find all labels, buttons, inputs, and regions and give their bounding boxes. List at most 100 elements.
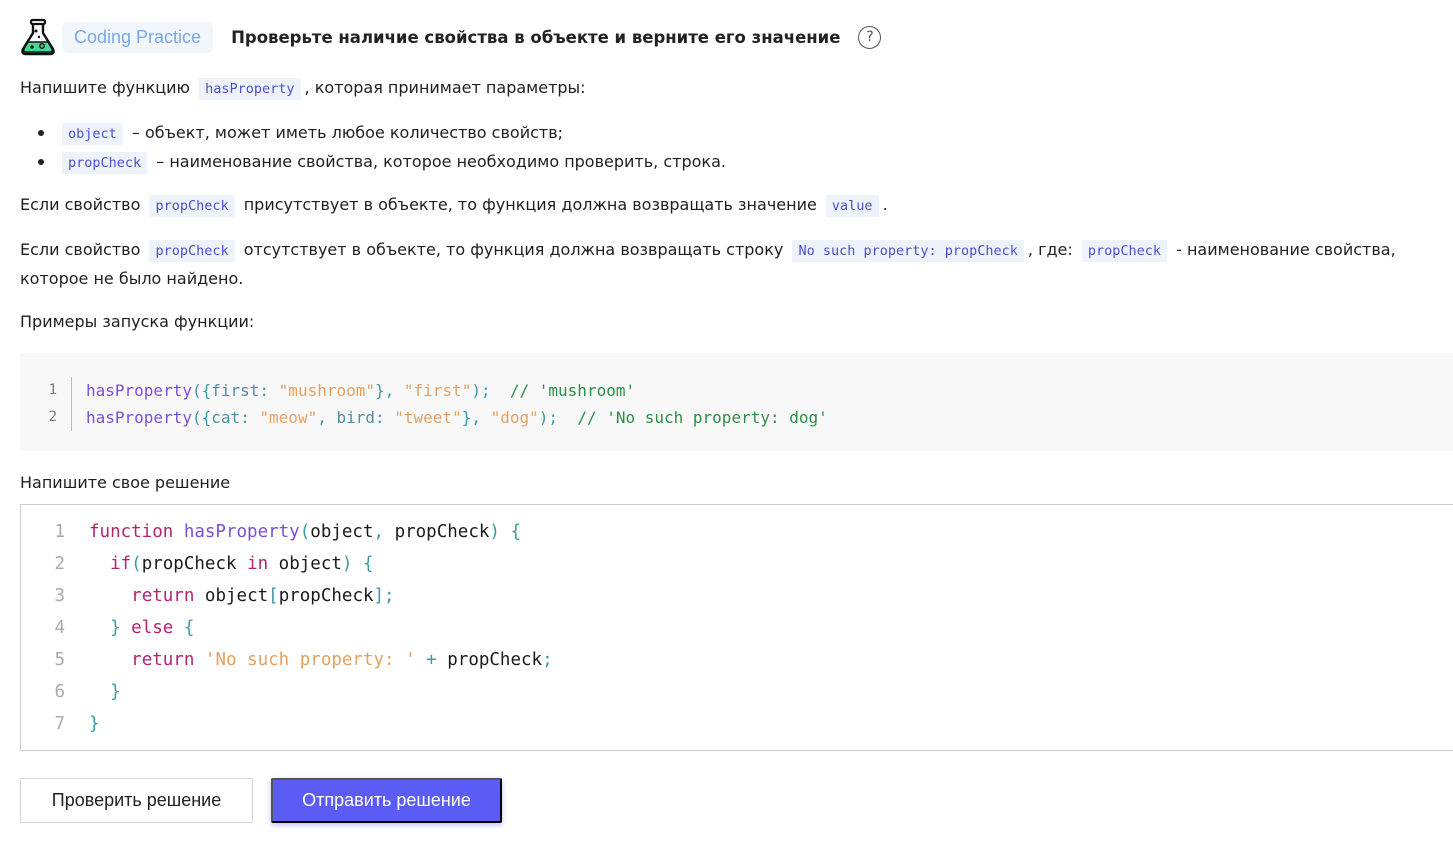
code-token: ); [471, 381, 510, 400]
line-number: 1 [20, 377, 72, 404]
param-list: object – объект, может иметь любое колич… [20, 119, 726, 177]
text: – объект, может иметь любое количество с… [131, 123, 564, 142]
submit-solution-button[interactable]: Отправить решение [271, 778, 502, 823]
code-text: hasProperty({cat: "meow", bird: "tweet"}… [86, 408, 828, 427]
code-token: } [89, 714, 100, 734]
line-number: 1 [54, 522, 65, 542]
code-text: return 'No such property: ' + propCheck; [89, 650, 553, 670]
code-token: }, [461, 408, 491, 427]
code-line: 5 return 'No such property: ' + propChec… [21, 644, 1453, 676]
code-token: } [110, 618, 132, 638]
text: – наименование свойства, которое необход… [156, 152, 726, 171]
code-token: return [131, 650, 205, 670]
code-token: propCheck [141, 554, 248, 574]
text: - наименование свойства, [1176, 240, 1396, 259]
code-line: 6 } [21, 676, 1453, 708]
code-token: , [317, 408, 337, 427]
code-token: if [110, 554, 132, 574]
code-token: 'No such property: ' [204, 650, 416, 670]
code-text: return object[propCheck]; [89, 586, 395, 606]
text: отсутствует в объекте, то функция должна… [243, 240, 784, 259]
code-token: first: [211, 381, 279, 400]
list-item: propCheck – наименование свойства, котор… [20, 148, 726, 177]
code-token: return [131, 586, 205, 606]
code-text: } [89, 682, 121, 702]
code-token: "meow" [259, 408, 318, 427]
solution-label: Напишите свое решение [20, 473, 231, 492]
code-text: hasProperty({first: "mushroom"}, "first"… [86, 381, 635, 400]
help-icon[interactable]: ? [858, 25, 882, 49]
code-token: propCheck [278, 586, 374, 606]
text: Если свойство [20, 195, 141, 214]
code-line: 2 hasProperty({cat: "meow", bird: "tweet"… [20, 404, 1453, 431]
rule-present: Если свойство propCheck присутствует в о… [20, 191, 888, 220]
text: Напишите функцию [20, 78, 191, 97]
list-item: object – объект, может иметь любое колич… [20, 119, 726, 148]
line-number: 6 [54, 682, 65, 702]
text: присутствует в объекте, то функция должн… [243, 195, 817, 214]
code-text: } [89, 714, 100, 734]
code-text: if(propCheck in object) { [89, 554, 374, 574]
code-line: 7} [21, 708, 1453, 740]
code-token: // 'mushroom' [509, 381, 636, 400]
code-token: ( [131, 554, 142, 574]
code-line: 1 function hasProperty(object, propCheck)… [21, 516, 1453, 548]
task-title: Проверьте наличие свойства в объекте и в… [231, 27, 841, 47]
code-token: "first" [403, 381, 472, 400]
line-number: 5 [54, 650, 65, 670]
code-line: 2 if(propCheck in object) { [21, 548, 1453, 580]
code-line: 4 } else { [21, 612, 1453, 644]
code-token: else [131, 618, 184, 638]
line-number: 2 [20, 404, 72, 431]
code-token: "mushroom" [278, 381, 375, 400]
code-text: function hasProperty(object, propCheck) … [89, 522, 521, 542]
rule-absent: Если свойство propCheck отсутствует в об… [20, 236, 1396, 292]
line-number: 2 [54, 554, 65, 574]
code-token: }, [375, 381, 404, 400]
code-token: ); [538, 408, 578, 427]
inline-code: propCheck [62, 152, 148, 174]
code-token: ( [299, 522, 311, 542]
text: , где: [1027, 240, 1073, 259]
code-token: object [278, 554, 342, 574]
header: Coding Practice Проверьте наличие свойст… [20, 18, 882, 56]
code-token: propCheck [394, 522, 490, 542]
code-token: ({ [191, 408, 212, 427]
text: , которая принимает параметры: [304, 78, 586, 97]
code-token: // 'No such property: dog' [577, 408, 828, 427]
check-solution-button[interactable]: Проверить решение [20, 778, 253, 823]
code-token: ; [542, 650, 553, 670]
code-token: hasProperty [183, 522, 300, 542]
line-number: 4 [54, 618, 65, 638]
line-number: 7 [54, 714, 65, 734]
inline-code: No such property: propCheck [792, 240, 1024, 262]
code-token: "dog" [490, 408, 539, 427]
code-token: + [415, 650, 448, 670]
inline-code: object [62, 123, 123, 145]
code-line: 1 hasProperty({first: "mushroom"}, "first… [20, 377, 1453, 404]
flask-icon [21, 18, 55, 56]
code-token: ) { [341, 554, 374, 574]
code-token: [ [268, 586, 279, 606]
line-number: 3 [54, 586, 65, 606]
code-token: hasProperty [86, 408, 192, 427]
text: . [882, 195, 888, 214]
intro-text: Напишите функцию hasProperty, которая пр… [20, 74, 586, 103]
code-editor[interactable]: 1 function hasProperty(object, propCheck)… [20, 504, 1453, 751]
inline-code: propCheck [149, 240, 235, 262]
code-token: ]; [373, 586, 395, 606]
text: которое не было найдено. [20, 269, 244, 288]
code-token: "tweet" [394, 408, 462, 427]
code-token: , [373, 522, 395, 542]
inline-code: propCheck [149, 195, 235, 217]
inline-code: value [825, 195, 879, 217]
code-token: ) { [489, 522, 522, 542]
text: Если свойство [20, 240, 141, 259]
examples-code-block: 1 hasProperty({first: "mushroom"}, "first… [20, 353, 1453, 451]
code-token: object [204, 586, 269, 606]
